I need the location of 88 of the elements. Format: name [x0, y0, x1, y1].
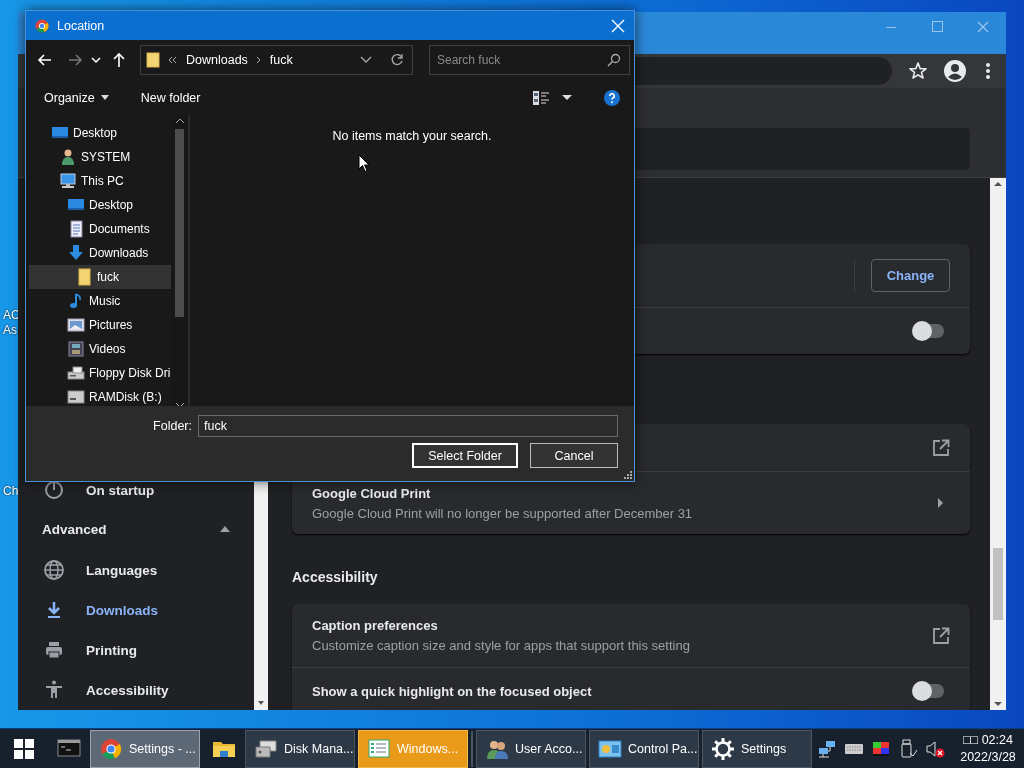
caret-down-icon: [100, 95, 109, 100]
sidebar-item[interactable]: Downloads: [18, 590, 252, 630]
taskbar-button[interactable]: Settings - ...: [90, 729, 200, 768]
toggle-switch[interactable]: [914, 684, 944, 698]
taskbar-button[interactable]: Settings: [702, 729, 812, 768]
tree-item[interactable]: Desktop: [29, 121, 171, 145]
browser-logo-icon: [35, 18, 49, 33]
back-arrow-icon[interactable]: [37, 52, 53, 68]
sidebar-item[interactable]: Accessibility: [18, 670, 252, 710]
browser-logo-icon: [99, 736, 123, 761]
help-icon[interactable]: [604, 89, 620, 106]
breadcrumb[interactable]: Downloads: [186, 53, 248, 67]
caret-up-icon: [220, 526, 230, 532]
document-icon: [67, 220, 85, 238]
volume-muted-icon[interactable]: [925, 738, 945, 759]
taskbar-button[interactable]: User Acco...: [476, 729, 586, 768]
view-options-icon[interactable]: [532, 89, 550, 106]
external-link-icon[interactable]: [932, 626, 950, 645]
scroll-up-icon[interactable]: [174, 117, 185, 125]
caret-down-icon[interactable]: [562, 94, 572, 101]
setting-title: Google Cloud Print: [312, 485, 432, 501]
sidebar-item[interactable]: Printing: [18, 630, 252, 670]
window-title: Location: [57, 18, 105, 33]
setting-description: Customize caption size and style for apps that support this setting: [312, 638, 691, 653]
list-window-icon: [367, 736, 391, 761]
folder-icon: [146, 52, 160, 68]
user-icon: [59, 148, 77, 166]
folder-label: Folder:: [153, 419, 192, 433]
dialog-button[interactable]: Select Folder: [412, 443, 518, 468]
tree-item[interactable]: This PC: [29, 169, 171, 193]
close-icon[interactable]: [610, 17, 626, 34]
section-heading: Accessibility: [292, 568, 379, 587]
drive-icon: [67, 388, 85, 406]
mouse-cursor-icon: [358, 154, 370, 173]
section-header[interactable]: Advanced: [18, 508, 252, 550]
setting-title: Show a quick highlight on the focused object: [312, 683, 593, 699]
avatar-icon[interactable]: [942, 58, 968, 84]
clock-time[interactable]: □□ 02:24: [956, 731, 1020, 749]
picture-icon: [67, 316, 85, 334]
folder-field[interactable]: fuck: [198, 415, 618, 437]
external-link-icon[interactable]: [932, 438, 950, 457]
menu-button[interactable]: Organize: [36, 86, 117, 109]
tree-item[interactable]: Pictures: [29, 313, 171, 337]
resize-grip-icon: [624, 471, 632, 479]
network-icon[interactable]: [817, 738, 837, 759]
tree-item[interactable]: Videos: [29, 337, 171, 361]
download-icon: [67, 244, 85, 262]
search-field[interactable]: Search fuck: [429, 45, 630, 75]
empty-message: No items match your search.: [332, 129, 492, 143]
folder-icon: [75, 268, 93, 286]
tree-item[interactable]: Music: [29, 289, 171, 313]
film-icon: [67, 340, 85, 358]
toggle-switch[interactable]: [914, 324, 944, 338]
search-icon: [607, 53, 621, 67]
tree-item[interactable]: SYSTEM: [29, 145, 171, 169]
dialog-button[interactable]: Cancel: [530, 443, 618, 468]
drive-icon: [67, 364, 85, 382]
chevron-down-icon[interactable]: [360, 56, 372, 64]
tree-item[interactable]: Desktop: [29, 193, 171, 217]
scroll-thumb[interactable]: [175, 129, 184, 317]
address-field[interactable]: Downloads fuck: [140, 45, 413, 75]
change-button[interactable]: Change: [871, 259, 950, 292]
toolbar-button[interactable]: New folder: [132, 86, 209, 109]
sidebar-item[interactable]: On startup: [18, 472, 252, 508]
tree-item[interactable]: Downloads: [29, 241, 171, 265]
globe-icon: [42, 558, 66, 582]
tree-item[interactable]: RAMDisk (B:): [29, 385, 171, 406]
chevron-right-icon[interactable]: [936, 498, 944, 508]
scrollbar[interactable]: [990, 178, 1006, 710]
breadcrumb[interactable]: fuck: [269, 53, 293, 67]
chevron-right-icon: [255, 56, 262, 64]
clock-date[interactable]: 2022/3/28: [956, 748, 1020, 766]
taskbar-button[interactable]: Disk Mana...: [245, 729, 355, 768]
up-arrow-icon[interactable]: [111, 52, 127, 68]
taskbar-button[interactable]: Control Pa...: [589, 729, 699, 768]
gear-icon: [711, 736, 735, 761]
usb-drive-icon[interactable]: [898, 738, 918, 759]
tree-item[interactable]: Documents: [29, 217, 171, 241]
setting-title: Caption preferences: [312, 618, 439, 633]
scroll-thumb[interactable]: [993, 548, 1003, 620]
start-icon[interactable]: [14, 738, 34, 759]
double-chevron-icon: [168, 56, 178, 64]
computer-icon: [59, 172, 77, 190]
tree-item[interactable]: fuck: [29, 265, 171, 289]
tree-item[interactable]: Floppy Disk Dri: [29, 361, 171, 385]
sidebar-item[interactable]: Languages: [18, 550, 252, 590]
refresh-icon[interactable]: [390, 53, 404, 67]
setting-description: Google Cloud Print will no longer be supported after December 31: [312, 505, 694, 521]
